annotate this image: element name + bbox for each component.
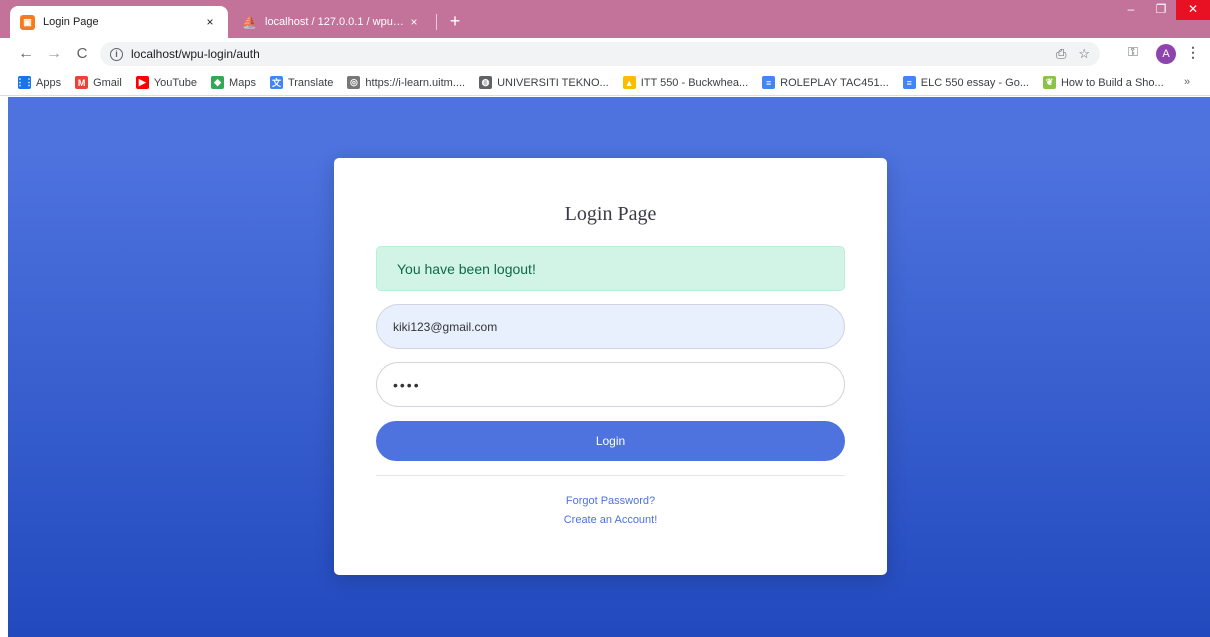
profile-avatar[interactable]: A bbox=[1156, 44, 1176, 64]
page-background: Login Page You have been logout! kiki123… bbox=[8, 97, 1210, 637]
divider bbox=[376, 475, 845, 476]
site-info-icon[interactable]: i bbox=[110, 47, 123, 61]
forward-button[interactable]: → bbox=[44, 44, 64, 64]
globe-icon: ◍ bbox=[479, 76, 493, 89]
translate-page-icon[interactable]: ⎙ bbox=[1056, 46, 1066, 62]
bookmark-label: ELC 550 essay - Go... bbox=[920, 76, 1029, 89]
forgot-password-link[interactable]: Forgot Password? bbox=[334, 495, 887, 507]
bookmark-item[interactable]: ❦ How to Build a Sho... bbox=[1042, 76, 1164, 89]
bookmark-label: YouTube bbox=[153, 76, 198, 89]
url-text[interactable]: localhost/wpu-login/auth bbox=[131, 47, 260, 61]
login-button[interactable]: Login bbox=[376, 421, 845, 461]
drive-icon: ▲ bbox=[622, 76, 636, 89]
bookmarks-overflow-button[interactable]: » bbox=[1184, 76, 1190, 88]
bookmark-item[interactable]: ◎ https://i-learn.uitm.... bbox=[347, 76, 465, 89]
bookmark-label: Translate bbox=[287, 76, 334, 89]
translate-icon: 文 bbox=[269, 76, 283, 89]
apps-grid-icon: ⋮⋮ bbox=[15, 76, 34, 89]
tab-title: localhost / 127.0.0.1 / wpu_login bbox=[265, 16, 406, 28]
bookmark-label: Gmail bbox=[93, 76, 122, 89]
tab-title: Login Page bbox=[43, 16, 99, 28]
maximize-button[interactable]: ❐ bbox=[1146, 0, 1176, 20]
create-account-link[interactable]: Create an Account! bbox=[334, 514, 887, 526]
tab-login-page[interactable]: ▣ Login Page × bbox=[10, 6, 228, 38]
phpmyadmin-favicon-icon: ⛵ bbox=[242, 15, 257, 29]
leaf-icon: ❦ bbox=[1042, 76, 1056, 89]
address-bar-row: ← → C i localhost/wpu-login/auth ⎙ ☆ ⚿ A… bbox=[0, 38, 1210, 70]
tab-close-icon[interactable]: × bbox=[406, 15, 422, 29]
login-favicon-icon: ▣ bbox=[20, 14, 35, 30]
page-title: Login Page bbox=[564, 203, 657, 225]
bookmark-item[interactable]: ≡ ELC 550 essay - Go... bbox=[902, 76, 1029, 89]
email-input[interactable]: kiki123@gmail.com bbox=[376, 304, 845, 349]
password-key-icon[interactable]: ⚿ bbox=[1128, 44, 1138, 60]
bookmark-label: UNIVERSITI TEKNO... bbox=[497, 76, 609, 89]
login-card: Login Page You have been logout! kiki123… bbox=[334, 158, 887, 575]
bookmark-label: Maps bbox=[229, 76, 256, 89]
bookmarks-bar: ⋮⋮ Apps M Gmail ▶ YouTube ◆ Maps 文 Translate ◎ http… bbox=[0, 70, 1210, 96]
bookmark-item[interactable]: ≡ ROLEPLAY TAC451... bbox=[762, 76, 889, 89]
close-window-button[interactable]: ✕ bbox=[1176, 0, 1210, 20]
bookmark-item[interactable]: 文 Translate bbox=[269, 76, 334, 89]
docs-icon: ≡ bbox=[762, 76, 776, 89]
youtube-icon: ▶ bbox=[135, 76, 149, 89]
bookmark-item[interactable]: ◆ Maps bbox=[211, 76, 256, 89]
bookmark-star-icon[interactable]: ☆ bbox=[1078, 46, 1090, 62]
bookmark-label: Apps bbox=[36, 76, 62, 89]
tab-close-icon[interactable]: × bbox=[202, 15, 218, 29]
bookmark-label: How to Build a Sho... bbox=[1060, 76, 1164, 89]
bookmark-item[interactable]: M Gmail bbox=[75, 76, 122, 89]
reload-button[interactable]: C bbox=[72, 44, 92, 64]
logout-alert: You have been logout! bbox=[376, 246, 845, 291]
ilearn-icon: ◎ bbox=[347, 76, 361, 89]
minimize-button[interactable]: – bbox=[1116, 0, 1146, 20]
tab-strip: ▣ Login Page × ⛵ localhost / 127.0.0.1 /… bbox=[0, 0, 1210, 38]
bookmark-label: ROLEPLAY TAC451... bbox=[780, 76, 889, 89]
kebab-menu-icon[interactable]: ⋮ bbox=[1186, 44, 1200, 61]
password-input[interactable]: •••• bbox=[376, 362, 845, 407]
gmail-icon: M bbox=[75, 76, 89, 89]
docs-icon: ≡ bbox=[902, 76, 916, 89]
bookmark-item[interactable]: ▶ YouTube bbox=[135, 76, 198, 89]
back-button[interactable]: ← bbox=[16, 44, 36, 64]
new-tab-button[interactable]: + bbox=[444, 10, 466, 32]
omnibox[interactable]: i localhost/wpu-login/auth ⎙ ☆ bbox=[100, 42, 1100, 66]
bookmark-label: ITT 550 - Buckwhea... bbox=[640, 76, 749, 89]
tab-phpmyadmin[interactable]: ⛵ localhost / 127.0.0.1 / wpu_login × bbox=[232, 6, 432, 38]
bookmark-item[interactable]: ▲ ITT 550 - Buckwhea... bbox=[622, 76, 749, 89]
bookmark-item[interactable]: ⋮⋮ Apps bbox=[15, 76, 62, 89]
maps-icon: ◆ bbox=[211, 76, 225, 89]
bookmark-label: https://i-learn.uitm.... bbox=[365, 76, 466, 89]
bookmark-item[interactable]: ◍ UNIVERSITI TEKNO... bbox=[479, 76, 609, 89]
tab-separator bbox=[436, 14, 437, 30]
